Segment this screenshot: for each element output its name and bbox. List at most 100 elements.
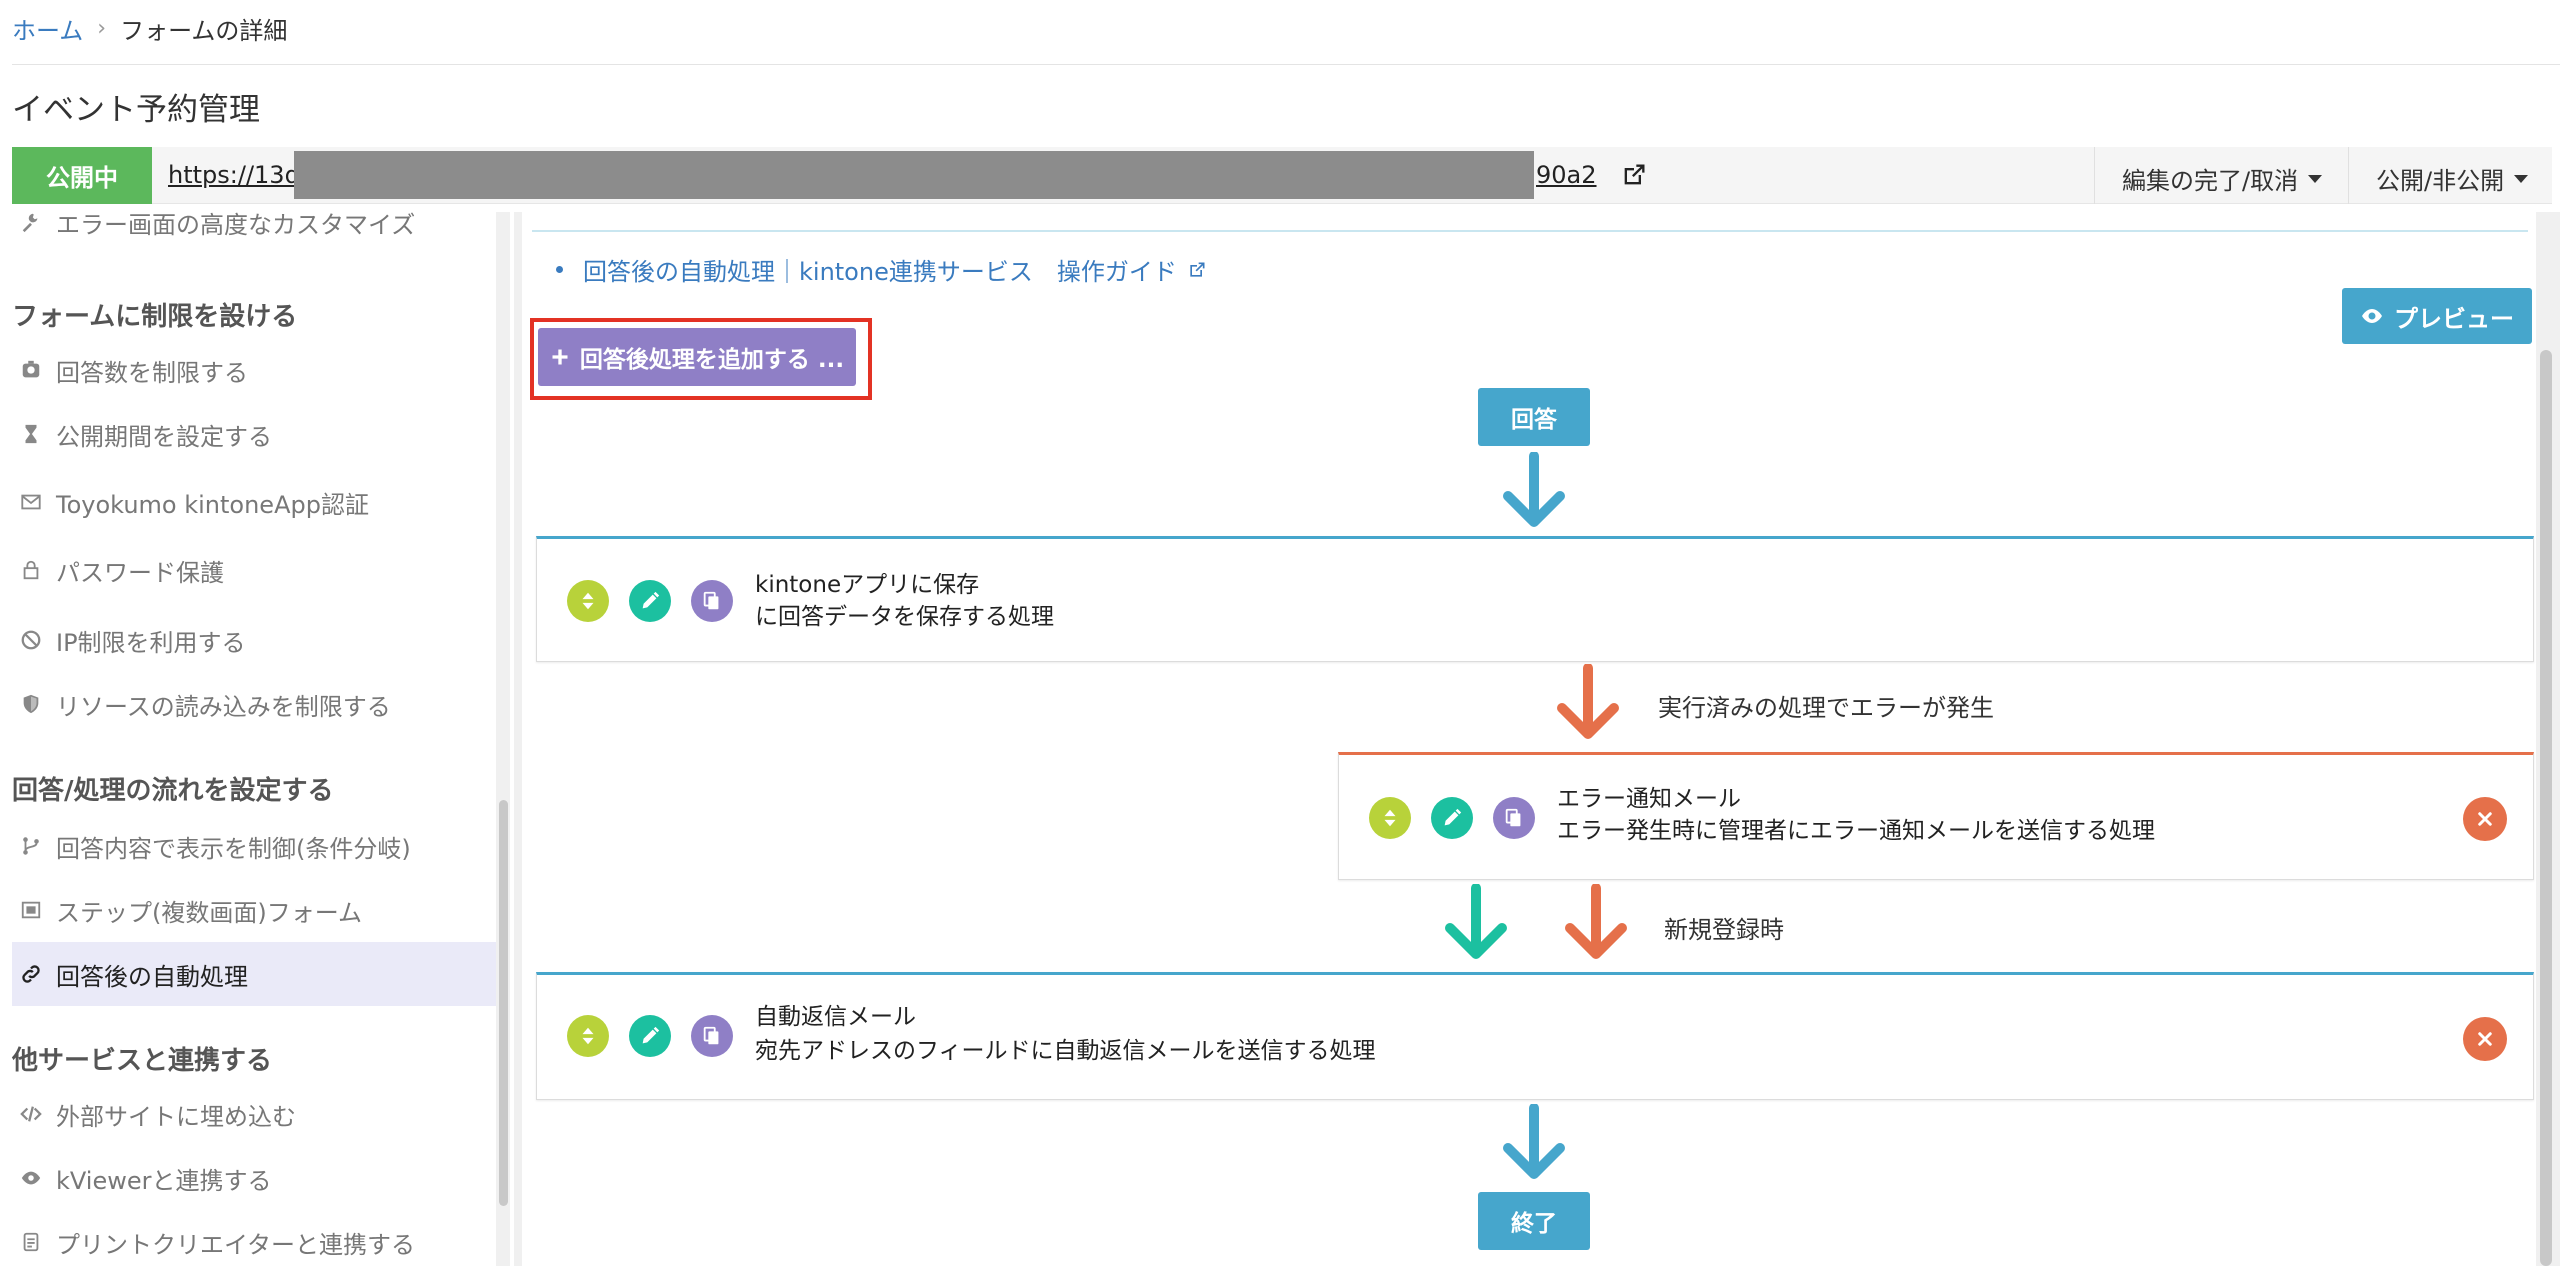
publish-menu-label: 公開/非公開: [2376, 167, 2505, 195]
sidebar: エラー画面の高度なカスタマイズ フォームに制限を設ける 回答数を制限する 公開期…: [0, 212, 496, 1266]
process-description: 宛先アドレスのフィールドに自動返信メールを送信する処理: [755, 1038, 1376, 1064]
ban-icon: [21, 630, 41, 650]
sidebar-item-resource-limit[interactable]: リソースの読み込みを制限する: [12, 672, 496, 736]
guide-link[interactable]: 回答後の自動処理｜kintone連携サービス 操作ガイド: [556, 252, 1207, 287]
status-badge: 公開中: [12, 147, 152, 204]
process-title: kintoneアプリに保存: [755, 572, 980, 598]
sidebar-item-conditional[interactable]: 回答内容で表示を制御(条件分岐): [12, 814, 496, 878]
pencil-icon: [642, 591, 660, 609]
edit-button[interactable]: [1431, 797, 1473, 839]
reorder-button[interactable]: [567, 580, 609, 622]
main-panel-left-border: [514, 212, 522, 1266]
sort-icon: [1384, 809, 1396, 827]
sidebar-item-step-form[interactable]: ステップ(複数画面)フォーム: [12, 878, 496, 942]
sidebar-section-title: 他サービスと連携する: [12, 1046, 273, 1076]
process-card-error-mail[interactable]: エラー通知メール エラー発生時に管理者にエラー通知メールを送信する処理: [1338, 752, 2534, 880]
sidebar-item-error-customize[interactable]: エラー画面の高度なカスタマイズ: [12, 212, 496, 254]
breadcrumb-separator: ›: [97, 15, 107, 41]
close-icon: [2478, 1032, 2492, 1046]
sidebar-item-response-limit[interactable]: 回答数を制限する: [12, 338, 496, 402]
divider: [2094, 147, 2095, 204]
sidebar-item-embed[interactable]: 外部サイトに埋め込む: [12, 1082, 496, 1146]
edit-button[interactable]: [629, 1015, 671, 1057]
caret-down-icon: [2308, 174, 2323, 183]
process-card-auto-reply[interactable]: 自動返信メール 宛先アドレスのフィールドに自動返信メールを送信する処理: [536, 972, 2534, 1100]
sidebar-item-label: IP制限を利用する: [56, 628, 246, 657]
breadcrumb: ホーム › フォームの詳細: [12, 8, 287, 48]
steps-icon: [21, 901, 41, 919]
sidebar-item-ip-limit[interactable]: IP制限を利用する: [12, 608, 496, 672]
flow-start-label: 回答: [1478, 388, 1590, 446]
add-process-button[interactable]: 回答後処理を追加する ...: [538, 328, 856, 386]
down-arrow-icon: [1565, 884, 1627, 959]
code-icon: [20, 1106, 42, 1122]
copy-icon: [703, 1026, 719, 1045]
url-redaction-mask: [294, 151, 1534, 199]
url-bar: 公開中 https://13d 90a2 編集の完了/取消 公開/非公開: [12, 147, 2552, 204]
copy-button[interactable]: [691, 580, 733, 622]
copy-button[interactable]: [1493, 797, 1535, 839]
shield-icon: [23, 694, 39, 714]
edit-button[interactable]: [629, 580, 671, 622]
error-branch-label: 実行済みの処理でエラーが発生: [1658, 694, 1994, 722]
copy-button[interactable]: [691, 1015, 733, 1057]
branch-icon: [23, 837, 39, 855]
process-title: エラー通知メール: [1557, 786, 1741, 812]
sidebar-item-label: 回答内容で表示を制御(条件分岐): [56, 834, 411, 863]
lock-icon: [23, 560, 39, 580]
sidebar-item-label: プリントクリエイターと連携する: [56, 1230, 416, 1259]
eye-icon: [2362, 309, 2382, 323]
sort-icon: [582, 592, 594, 610]
edit-menu-dropdown[interactable]: 編集の完了/取消: [2122, 161, 2323, 196]
add-process-button-label: 回答後処理を追加する ...: [579, 347, 845, 373]
pencil-icon: [642, 1026, 660, 1044]
publish-menu-dropdown[interactable]: 公開/非公開: [2376, 161, 2529, 196]
sidebar-item-label: エラー画面の高度なカスタマイズ: [56, 212, 416, 239]
plus-icon: [552, 349, 568, 365]
sidebar-item-kintoneapp-auth[interactable]: Toyokumo kintoneApp認証: [12, 470, 496, 534]
sidebar-section-title: フォームに制限を設ける: [12, 302, 298, 332]
new-record-branch-label: 新規登録時: [1664, 916, 1784, 944]
sidebar-item-kviewer[interactable]: kViewerと連携する: [12, 1146, 496, 1210]
sidebar-item-label: リソースの読み込みを制限する: [56, 692, 391, 721]
guide-link-text: 回答後の自動処理｜kintone連携サービス 操作ガイド: [583, 258, 1177, 286]
document-icon: [23, 1232, 39, 1252]
sidebar-item-label: 外部サイトに埋め込む: [56, 1102, 296, 1131]
sidebar-scrollbar-thumb[interactable]: [499, 800, 508, 1206]
close-icon: [2478, 812, 2492, 826]
eye-icon: [21, 1171, 41, 1185]
flow-end-label: 終了: [1478, 1192, 1590, 1250]
sidebar-item-label: ステップ(複数画面)フォーム: [56, 898, 363, 927]
edit-menu-label: 編集の完了/取消: [2122, 167, 2299, 195]
breadcrumb-home-link[interactable]: ホーム: [12, 11, 83, 46]
bullet: [556, 266, 563, 273]
external-link-icon[interactable]: [1620, 161, 1648, 189]
copy-icon: [703, 591, 719, 610]
sidebar-item-label: 回答数を制限する: [56, 358, 248, 387]
reorder-button[interactable]: [567, 1015, 609, 1057]
preview-button-label: プレビュー: [2394, 304, 2514, 333]
page-title: イベント予約管理: [12, 92, 260, 128]
sidebar-item-publish-period[interactable]: 公開期間を設定する: [12, 402, 496, 466]
delete-button[interactable]: [2463, 797, 2507, 841]
external-link-icon: [1190, 262, 1205, 277]
delete-button[interactable]: [2463, 1017, 2507, 1061]
caret-down-icon: [2514, 174, 2529, 183]
main-scrollbar-thumb[interactable]: [2540, 350, 2552, 1266]
sidebar-item-auto-process[interactable]: 回答後の自動処理: [12, 942, 496, 1006]
reorder-button[interactable]: [1369, 797, 1411, 839]
preview-button[interactable]: プレビュー: [2342, 288, 2532, 344]
form-url-suffix[interactable]: 90a2: [1536, 161, 1597, 189]
sidebar-item-label: パスワード保護: [56, 558, 224, 587]
process-description: に回答データを保存する処理: [755, 604, 1054, 630]
process-card-kintone-save[interactable]: kintoneアプリに保存 に回答データを保存する処理: [536, 536, 2534, 662]
breadcrumb-current: フォームの詳細: [120, 16, 288, 45]
form-url-prefix[interactable]: https://13d: [168, 161, 300, 189]
sidebar-item-password[interactable]: パスワード保護: [12, 538, 496, 602]
process-description: エラー発生時に管理者にエラー通知メールを送信する処理: [1557, 818, 2155, 844]
mail-icon: [21, 494, 41, 510]
sidebar-item-label: Toyokumo kintoneApp認証: [56, 490, 369, 519]
sidebar-item-print-creator[interactable]: プリントクリエイターと連携する: [12, 1210, 496, 1266]
link-icon: [22, 965, 40, 983]
header-divider: [12, 64, 2560, 65]
